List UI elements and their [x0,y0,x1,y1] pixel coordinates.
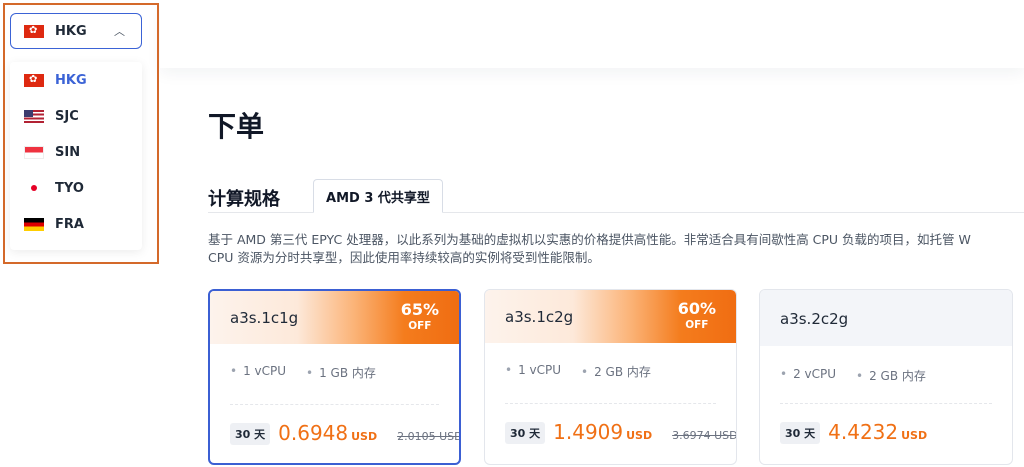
description-line: CPU 资源为分时共享型，因此使用率持续较高的实例将受到性能限制。 [208,250,600,265]
discount-badge: 60% OFF [678,299,716,332]
discount-off-label: OFF [685,319,709,331]
section-label: 计算规格 [208,189,280,210]
spec-cpu: 1 vCPU [505,363,561,380]
discount-badge: 65% OFF [401,300,439,333]
plan-specs: 1 vCPU 1 GB 内存 [230,364,376,381]
discount-percent: 60% [677,299,716,318]
billing-term-badge: 30 天 [780,422,821,444]
plan-card-header: a3s.1c2g 60% OFF [485,290,736,343]
region-option-hkg[interactable]: HKG [10,62,142,98]
discount-off-label: OFF [408,320,432,332]
top-header-band [160,0,1024,68]
region-option-label: TYO [55,180,84,196]
price-row: 30 天 0.6948 USD 2.0105 USD [230,421,461,447]
original-price: 3.6974 USD [672,429,737,442]
plan-specs: 1 vCPU 2 GB 内存 [505,363,651,380]
region-option-sin[interactable]: SIN [10,134,142,170]
card-divider [505,403,716,404]
plan-card-header: a3s.2c2g [760,290,1012,346]
region-option-label: SJC [55,108,79,124]
region-option-label: HKG [55,72,87,88]
card-divider [780,403,992,404]
japan-flag-icon [24,181,44,195]
spec-cpu: 2 vCPU [780,367,836,384]
card-divider [230,404,439,405]
price-currency: USD [351,430,378,443]
plan-specs: 2 vCPU 2 GB 内存 [780,367,926,384]
region-option-sjc[interactable]: SJC [10,98,142,134]
price-row: 30 天 4.4232 USD [780,420,927,446]
usa-flag-icon [24,109,44,123]
region-option-label: FRA [55,216,84,232]
region-dropdown-menu: HKG SJC SIN TYO FRA [10,62,142,250]
hong-kong-flag-icon [24,73,44,87]
price-value: 1.4909 [553,420,624,444]
plan-card-a3s-1c1g[interactable]: a3s.1c1g 65% OFF 1 vCPU 1 GB 内存 30 天 0.6… [208,289,461,465]
hong-kong-flag-icon [24,24,44,38]
price-value: 0.6948 [278,421,349,445]
price-row: 30 天 1.4909 USD 3.6974 USD [505,420,737,446]
price-currency: USD [626,429,653,442]
plan-name: a3s.1c2g [505,308,574,326]
plan-name: a3s.2c2g [780,310,849,328]
region-select-value: HKG [55,23,87,39]
page-title: 下单 [208,110,265,143]
spec-cpu: 1 vCPU [230,364,286,381]
singapore-flag-icon [24,145,44,159]
region-option-fra[interactable]: FRA [10,206,142,242]
chevron-up-icon: ︿ [114,25,125,38]
spec-memory: 2 GB 内存 [856,367,926,384]
order-page: HKG ︿ HKG SJC SIN TYO FRA 下单 计算规格 AMD 3 … [0,0,1024,467]
price-currency: USD [901,429,928,442]
plan-card-a3s-1c2g[interactable]: a3s.1c2g 60% OFF 1 vCPU 2 GB 内存 30 天 1.4… [484,289,737,465]
original-price: 2.0105 USD [397,430,461,443]
plan-card-a3s-2c2g[interactable]: a3s.2c2g 2 vCPU 2 GB 内存 30 天 4.4232 USD [759,289,1013,465]
region-option-tyo[interactable]: TYO [10,170,142,206]
description-line: 基于 AMD 第三代 EPYC 处理器，以此系列为基础的虚拟机以实惠的价格提供高… [208,232,971,247]
plan-card-header: a3s.1c1g 65% OFF [210,291,459,344]
spec-memory: 1 GB 内存 [306,364,376,381]
plan-name: a3s.1c1g [230,309,299,327]
spec-memory: 2 GB 内存 [581,363,651,380]
billing-term-badge: 30 天 [505,422,546,444]
discount-percent: 65% [400,300,439,319]
germany-flag-icon [24,217,44,231]
price-value: 4.4232 [828,420,899,444]
region-select[interactable]: HKG ︿ [10,13,142,49]
region-option-label: SIN [55,144,81,160]
plan-description: 基于 AMD 第三代 EPYC 处理器，以此系列为基础的虚拟机以实惠的价格提供高… [208,231,1024,267]
tab-amd-3rd-gen-shared[interactable]: AMD 3 代共享型 [313,179,443,213]
billing-term-badge: 30 天 [230,423,271,445]
